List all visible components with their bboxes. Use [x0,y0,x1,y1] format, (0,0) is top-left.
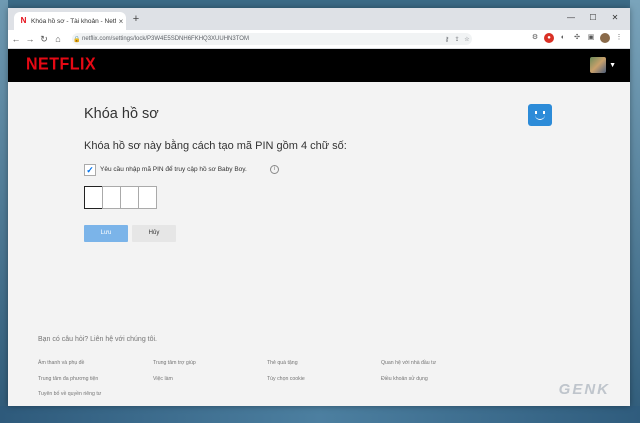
back-icon[interactable]: ← [10,34,22,44]
tab-strip: N Khóa hồ sơ - Tài khoản - Netflix × + —… [8,8,630,30]
netflix-logo[interactable]: NETFLIX [26,55,96,75]
contact-link[interactable]: Bạn có câu hỏi? Liên hệ với chúng tôi. [38,336,157,343]
save-button[interactable]: Lưu [84,225,128,242]
address-bar[interactable]: 🔒 netflix.com/settings/lock/P3W4E5SDNH6F… [72,33,472,45]
extension-icon-2[interactable]: ◐ [558,33,568,43]
puzzle-icon[interactable]: ✣ [572,33,582,43]
menu-dots-icon[interactable]: ⋮ [614,33,624,43]
window-controls: — ☐ ✕ [560,11,626,25]
url-text[interactable]: netflix.com/settings/lock/P3W4E5SDNH6FKH… [82,36,442,42]
profile-smiley-icon [528,104,552,126]
extension-icons: ⚙ ● ◐ ✣ ▣ ⋮ [530,33,624,43]
footer-link[interactable]: Tuyên bố về quyền riêng tư [38,391,101,397]
minimize-button[interactable]: — [560,11,582,25]
browser-profile-avatar[interactable] [600,33,610,43]
browser-window: N Khóa hồ sơ - Tài khoản - Netflix × + —… [8,8,630,406]
netflix-header: NETFLIX ▼ [8,49,630,82]
netflix-favicon-icon: N [20,16,27,25]
profile-avatar[interactable] [590,57,606,73]
cancel-button[interactable]: Hủy [132,225,176,242]
share-icon[interactable]: ⇪ [452,36,462,43]
desktop-background-right [630,0,640,423]
desktop-background-bottom [0,406,640,423]
maximize-button[interactable]: ☐ [582,11,604,25]
reload-icon[interactable]: ↻ [38,34,50,45]
footer-link[interactable]: Việc làm [153,376,173,382]
extension-badge-icon[interactable]: ● [544,33,554,43]
key-icon[interactable]: ⚷ [442,36,452,43]
desktop-background-left [0,0,8,423]
footer-link[interactable]: Thẻ quà tặng [267,360,298,366]
reading-list-icon[interactable]: ▣ [586,33,596,43]
home-icon[interactable]: ⌂ [52,34,64,44]
footer-link[interactable]: Trung tâm đa phương tiện [38,376,98,382]
footer-link[interactable]: Quan hệ với nhà đầu tư [381,360,436,366]
pin-digit-4[interactable] [138,186,157,209]
tab-close-icon[interactable]: × [116,17,126,26]
footer-link[interactable]: Điều khoản sử dụng [381,376,428,382]
caret-down-icon[interactable]: ▼ [609,62,616,69]
genk-watermark-logo: GENK [558,381,610,398]
pin-digit-2[interactable] [102,186,121,209]
browser-toolbar: ← → ↻ ⌂ 🔒 netflix.com/settings/lock/P3W4… [8,30,630,49]
require-pin-checkbox[interactable]: ✓ [84,164,96,176]
page-title: Khóa hồ sơ [84,106,159,122]
pin-digit-3[interactable] [120,186,139,209]
lock-icon[interactable]: 🔒 [72,36,82,43]
forward-icon[interactable]: → [24,34,36,44]
main-content: Khóa hồ sơ Khóa hồ sơ này bằng cách tạo … [8,82,630,406]
footer-link[interactable]: Tùy chọn cookie [267,376,305,382]
footer-link[interactable]: Trung tâm trợ giúp [153,360,196,366]
require-pin-label: Yêu cầu nhập mã PIN để truy cập hồ sơ Ba… [100,166,247,173]
close-window-button[interactable]: ✕ [604,11,626,25]
bookmark-star-icon[interactable]: ☆ [462,36,472,43]
tab-title: Khóa hồ sơ - Tài khoản - Netflix [31,17,116,25]
footer-link[interactable]: Âm thanh và phụ đề [38,360,84,366]
extension-icon[interactable]: ⚙ [530,33,540,43]
pin-instructions: Khóa hồ sơ này bằng cách tạo mã PIN gồm … [84,140,347,152]
browser-tab[interactable]: N Khóa hồ sơ - Tài khoản - Netflix × [14,12,126,30]
pin-digit-1[interactable] [84,186,103,209]
new-tab-button[interactable]: + [130,13,142,25]
info-icon[interactable]: i [270,165,279,174]
